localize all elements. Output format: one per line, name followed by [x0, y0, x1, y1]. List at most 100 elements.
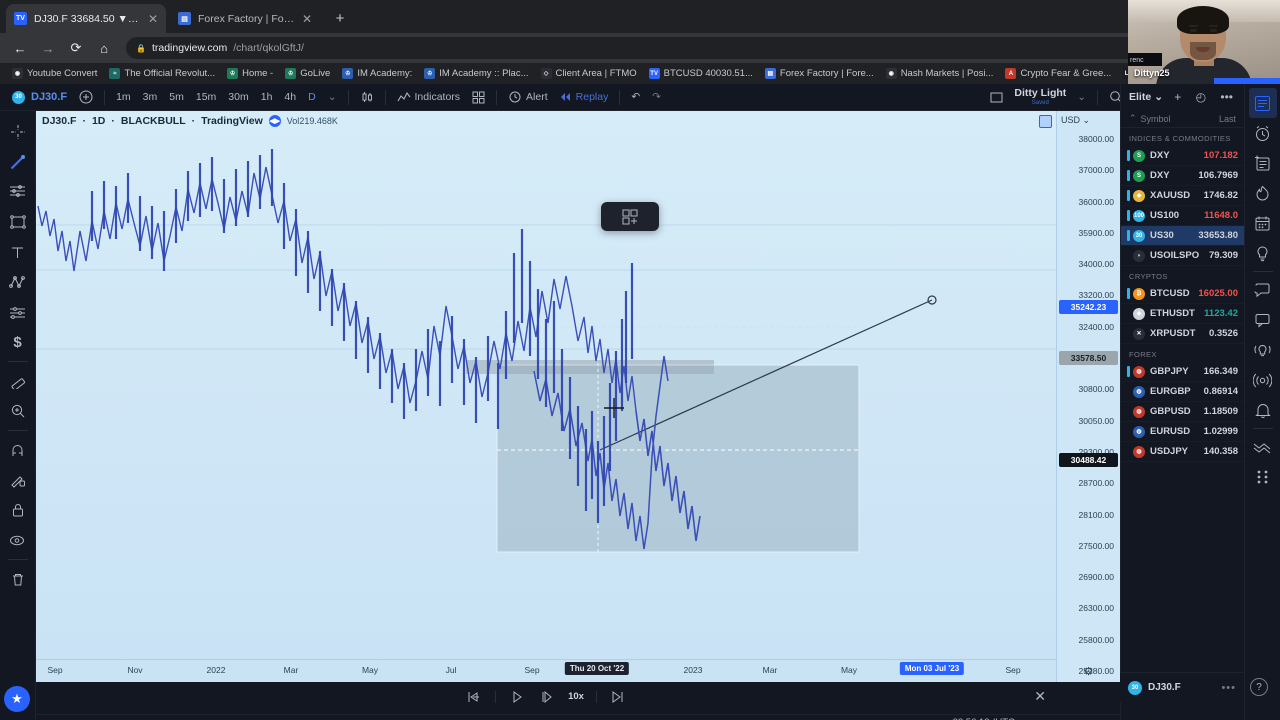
long-position-icon[interactable]: $	[3, 327, 33, 357]
browser-tab-forexfactory[interactable]: ▤ Forex Factory | Forex markets for ✕	[170, 4, 320, 33]
watchlist-row[interactable]: ✕ XRPUSDT 0.3526	[1121, 324, 1244, 344]
back-icon[interactable]: ←	[8, 36, 32, 60]
chart-legend[interactable]: DJ30.F · 1D · BLACKBULL · TradingView ◀▶…	[42, 115, 338, 127]
theme-selector[interactable]: Ditty Light Saved	[1009, 88, 1071, 106]
disjoint-channel-icon[interactable]	[928, 717, 952, 720]
text-icon[interactable]	[3, 237, 33, 267]
bookmark-item[interactable]: ♔ IM Academy :: Plac...	[418, 68, 534, 79]
bookmark-item[interactable]: ≈ The Official Revolut...	[103, 68, 221, 79]
close-icon[interactable]: ✕	[302, 13, 312, 25]
alert-button[interactable]: Alert	[502, 86, 554, 108]
col-symbol[interactable]: Symbol	[1141, 114, 1171, 124]
rectangle-icon[interactable]	[662, 717, 686, 720]
interval-5m[interactable]: 5m	[163, 86, 190, 108]
watchlist-name[interactable]: Elite ⌄	[1129, 91, 1163, 103]
bookmark-item[interactable]: TV BTCUSD 40030.51...	[643, 68, 759, 79]
text-icon[interactable]	[807, 717, 831, 720]
vertical-line-icon[interactable]	[783, 717, 807, 720]
indicators-button[interactable]: Indicators	[391, 86, 467, 108]
pattern-icon[interactable]	[3, 267, 33, 297]
expand-chart-icon[interactable]	[1039, 115, 1052, 128]
home-icon[interactable]: ⌂	[92, 36, 116, 60]
play-icon[interactable]	[508, 688, 526, 706]
cross-cursor-icon[interactable]	[3, 117, 33, 147]
fib-retracement-icon[interactable]	[3, 177, 33, 207]
interval-4h[interactable]: 4h	[278, 86, 302, 108]
pitchfork-icon[interactable]	[904, 717, 928, 720]
hotlist-icon[interactable]	[1249, 178, 1277, 208]
undo-icon[interactable]: ↶	[625, 86, 646, 108]
fib-icon[interactable]	[832, 717, 856, 720]
currency-label[interactable]: USD ⌄	[1061, 115, 1090, 126]
col-last[interactable]: Last	[1219, 114, 1236, 124]
bookmark-item[interactable]: ◉ Nash Markets | Posi...	[880, 68, 1000, 79]
calendar-icon[interactable]	[1249, 208, 1277, 238]
watchlist-row[interactable]: ◍ GBPJPY 166.349	[1121, 362, 1244, 382]
favorites-star-icon[interactable]: ★	[4, 686, 30, 712]
ideas-stream-icon[interactable]	[1249, 335, 1277, 365]
layout-icon[interactable]	[984, 86, 1009, 108]
interval-1m[interactable]: 1m	[110, 86, 137, 108]
watchlist-row[interactable]: S DXY 107.182	[1121, 146, 1244, 166]
watchlist-row[interactable]: ◍ EURUSD 1.02999	[1121, 422, 1244, 442]
watchlist-row[interactable]: ₿ BTCUSD 16025.00	[1121, 284, 1244, 304]
date-range-icon[interactable]	[304, 717, 328, 720]
floating-add-panel-toolbar[interactable]	[601, 202, 659, 231]
highlighter-icon[interactable]	[686, 717, 710, 720]
bottom-right-symbol-chip[interactable]: 30 DJ30.F •••	[1120, 672, 1244, 702]
crosshair-icon[interactable]	[590, 717, 614, 720]
forecast-icon[interactable]	[3, 297, 33, 327]
price-axis[interactable]: USD ⌄ 38000.00 37000.00 36000.00 35900.00 34…	[1056, 111, 1120, 682]
magnet-icon[interactable]	[3, 435, 33, 465]
data-window-icon[interactable]	[1249, 148, 1277, 178]
replay-button[interactable]: Replay	[554, 86, 615, 108]
watchlist-row[interactable]: 100 US100 11648.0	[1121, 206, 1244, 226]
watchlist-icon[interactable]	[1248, 88, 1277, 118]
watchlist-row[interactable]: ◍ EURGBP 0.86914	[1121, 382, 1244, 402]
reload-icon[interactable]: ⟳	[64, 36, 88, 60]
watchlist-row[interactable]: ◗ USOILSPO 79.309	[1121, 246, 1244, 266]
new-tab-button[interactable]: +	[330, 9, 350, 29]
arrow-marker-icon[interactable]	[711, 717, 735, 720]
notifications-icon[interactable]	[1249, 395, 1277, 425]
bookmark-item[interactable]: A Crypto Fear & Gree...	[999, 68, 1117, 79]
bookmark-item[interactable]: ♔ Home -	[221, 68, 279, 79]
chat-icon[interactable]	[1249, 275, 1277, 305]
lock-drawings-icon[interactable]	[3, 495, 33, 525]
zoom-in-icon[interactable]	[3, 396, 33, 426]
alerts-clock-icon[interactable]	[1249, 118, 1277, 148]
time-axis[interactable]: Sep Nov 2022 Mar May Jul Sep 2023 Mar May Sep Thu 2…	[36, 659, 1056, 682]
drawing-mode-icon[interactable]	[3, 465, 33, 495]
public-chats-icon[interactable]	[1249, 305, 1277, 335]
interval-3m[interactable]: 3m	[137, 86, 164, 108]
watchlist-row[interactable]: 30 US30 33653.80	[1121, 226, 1244, 246]
url-input[interactable]: 🔒 tradingview.com/chart/qkolGftJ/	[126, 37, 1235, 59]
watchlist-row[interactable]: ◈ ETHUSDT 1123.42	[1121, 304, 1244, 324]
forward-icon[interactable]: →	[36, 36, 60, 60]
bookmark-item[interactable]: ♔ GoLive	[279, 68, 336, 79]
parallel-channel-icon[interactable]	[880, 717, 904, 720]
grid-icon[interactable]	[856, 717, 880, 720]
apps-grid-icon[interactable]	[1249, 462, 1277, 492]
chevron-down-icon[interactable]: ⌄	[322, 86, 343, 108]
zigzag-icon[interactable]	[759, 717, 783, 720]
candlestick-icon[interactable]	[354, 86, 380, 108]
watchlist-row[interactable]: ◆ XAUUSD 1746.82	[1121, 186, 1244, 206]
bookmark-item[interactable]: ◇ Client Area | FTMO	[535, 68, 643, 79]
bookmark-item[interactable]: ◉ Youtube Convert	[6, 68, 103, 79]
jump-to-end-icon[interactable]	[609, 688, 627, 706]
redo-icon[interactable]: ↷	[646, 86, 667, 108]
pie-chart-icon[interactable]: ◴	[1193, 90, 1209, 104]
sort-icon[interactable]: ⌃	[1129, 113, 1137, 124]
plus-circle-icon[interactable]	[73, 86, 99, 108]
chart-patterns-icon[interactable]	[1249, 432, 1277, 462]
browser-tab-tradingview[interactable]: TV DJ30.F 33684.50 ▼ −0.23% Ditty ✕	[6, 4, 166, 33]
chart-canvas[interactable]: DJ30.F · 1D · BLACKBULL · TradingView ◀▶…	[36, 111, 1056, 682]
gear-icon[interactable]: ⚙	[1084, 665, 1094, 678]
more-options-icon[interactable]: •••	[1221, 682, 1236, 694]
step-forward-icon[interactable]	[538, 688, 556, 706]
interval-30m[interactable]: 30m	[222, 86, 254, 108]
trend-line-icon[interactable]	[3, 147, 33, 177]
interval-selected[interactable]: D	[302, 86, 322, 108]
close-icon[interactable]: ✕	[1034, 688, 1046, 705]
